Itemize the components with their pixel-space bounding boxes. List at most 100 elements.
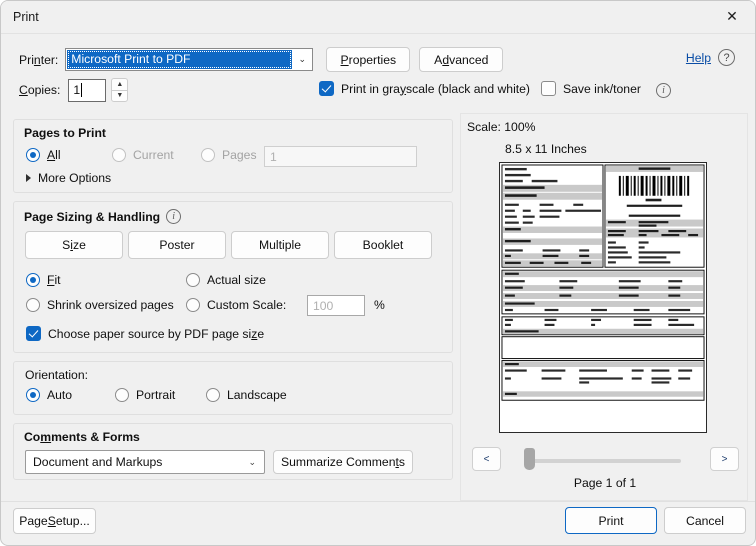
radio-current-indicator [112,148,126,162]
scale-text: Scale: 100% [467,120,536,134]
page-sizing-group: Page Sizing & Handling i Si ze Poster Mul… [13,201,453,353]
radio-auto-indicator [26,388,40,402]
radio-portrait-label: Portrait [136,388,176,402]
poster-button[interactable]: Poster [128,231,226,259]
radio-landscape-label: Landscape [227,388,287,402]
comments-forms-title: Comments & Forms [24,430,140,444]
question-mark-icon[interactable]: ? [718,49,735,66]
printer-row: Printer: Microsoft Print to PDF ⌄ Proper… [19,47,504,72]
title-bar: Print ✕ [1,1,755,33]
multiple-button[interactable]: Multiple [231,231,329,259]
radio-pages-indicator [201,148,215,162]
radio-landscape-indicator [206,388,220,402]
triangle-down-icon[interactable]: ▼ [111,89,129,102]
chevron-down-icon: ⌄ [248,456,256,467]
pages-to-print-group: Pages to Print All Current Pages 1 More … [13,119,453,193]
grayscale-checkbox-row[interactable]: Print in grayscale (black and white) [319,81,530,96]
summarize-comments-button[interactable]: Summarize Commen t s [273,450,413,474]
radio-custom-scale-label: Custom Scale: [207,298,287,312]
more-options-toggle[interactable]: More Options [26,171,111,185]
printer-section: Printer: Microsoft Print to PDF ⌄ Proper… [1,33,755,111]
pages-range-value: 1 [270,149,277,164]
window-title: Print [13,10,39,24]
printer-label: Printer: [19,52,59,67]
preview-panel: Scale: 100% 8.5 x 11 Inches < > Page 1 o… [460,113,748,501]
copies-value: 1 [73,83,81,97]
radio-all[interactable]: All [26,148,61,162]
print-button[interactable]: Print [565,507,657,534]
save-ink-checkbox[interactable] [541,81,556,96]
custom-scale-input[interactable]: 100 [307,295,365,316]
percent-label: % [374,298,385,312]
copies-row: Copies: 1 ▲ ▼ [19,78,129,102]
comments-forms-select[interactable]: Document and Markups ⌄ [25,450,265,474]
chevron-down-icon: ⌄ [298,54,307,64]
page-sizing-header: Page Sizing & Handling i [24,209,182,224]
radio-portrait-indicator [115,388,129,402]
radio-shrink[interactable]: Shrink oversized pages [26,298,174,312]
page-slider-track[interactable] [529,459,681,463]
radio-landscape[interactable]: Landscape [206,388,287,402]
radio-actual-size[interactable]: Actual size [186,273,266,287]
radio-all-label: All [47,148,61,162]
radio-current: Current [112,148,174,162]
page-preview[interactable] [499,162,707,433]
radio-shrink-label: Shrink oversized pages [47,298,174,312]
comments-forms-value: Document and Markups [33,455,163,469]
radio-portrait[interactable]: Portrait [115,388,175,402]
printer-select[interactable]: Microsoft Print to PDF ⌄ [65,48,314,71]
pages-range-input: 1 [264,146,417,167]
page-indicator: Page 1 of 1 [573,476,637,490]
save-ink-checkbox-row[interactable]: Save ink/toner [541,81,641,96]
radio-custom-scale-indicator [186,298,200,312]
comments-forms-group: Comments & Forms Document and Markups ⌄ … [13,423,453,480]
info-circle-icon[interactable]: i [166,209,182,224]
info-circle-icon[interactable]: i [656,83,671,98]
paper-source-checkbox-row[interactable]: Choose paper source by PDF page size [26,326,264,341]
radio-pages: Pages [201,148,257,162]
advanced-button[interactable]: Ad vanced [419,47,504,72]
radio-auto[interactable]: Auto [26,388,72,402]
grayscale-checkbox[interactable] [319,81,334,96]
help-link[interactable]: Help [686,51,711,65]
page-sizing-title: Page Sizing & Handling [24,209,161,224]
triangle-right-icon [26,174,31,182]
copies-stepper[interactable]: ▲ ▼ [111,78,129,102]
page-slider-thumb[interactable] [524,448,535,470]
radio-pages-label: Pages [222,148,257,162]
radio-fit-indicator [26,273,40,287]
paper-source-checkbox[interactable] [26,326,41,341]
footer-divider [1,501,755,502]
radio-actual-size-indicator [186,273,200,287]
save-ink-label: Save ink/toner [563,81,641,96]
cancel-button[interactable]: Cancel [664,507,746,534]
radio-actual-size-label: Actual size [207,273,266,287]
printer-selected-value: Microsoft Print to PDF [67,50,293,69]
page-setup-button[interactable]: Page Setup... [13,508,96,534]
triangle-up-icon[interactable]: ▲ [111,78,129,90]
properties-button[interactable]: Properties [326,47,411,72]
radio-shrink-indicator [26,298,40,312]
print-dialog: Print ✕ Printer: Microsoft Print to PDF … [0,0,756,546]
grayscale-label: Print in grayscale (black and white) [341,81,530,96]
next-page-button[interactable]: > [710,447,739,471]
orientation-title: Orientation: [25,368,89,382]
radio-fit-label: Fit [47,273,61,287]
custom-scale-value: 100 [313,298,334,313]
document-preview-content [501,164,705,401]
booklet-button[interactable]: Booklet [334,231,432,259]
copies-input[interactable]: 1 [68,78,107,102]
size-button[interactable]: Si ze [25,231,123,259]
paper-source-label: Choose paper source by PDF page size [48,326,265,341]
orientation-group: Orientation: Auto Portrait Landscape [13,361,453,415]
pages-to-print-title: Pages to Print [24,126,106,140]
radio-custom-scale[interactable]: Custom Scale: [186,298,286,312]
previous-page-button[interactable]: < [472,447,501,471]
close-icon[interactable]: ✕ [709,1,755,32]
text-caret [81,83,83,97]
radio-all-indicator [26,148,40,162]
page-dimensions-text: 8.5 x 11 Inches [505,142,587,156]
radio-auto-label: Auto [47,388,73,402]
radio-current-label: Current [133,148,174,162]
radio-fit[interactable]: Fit [26,273,61,287]
